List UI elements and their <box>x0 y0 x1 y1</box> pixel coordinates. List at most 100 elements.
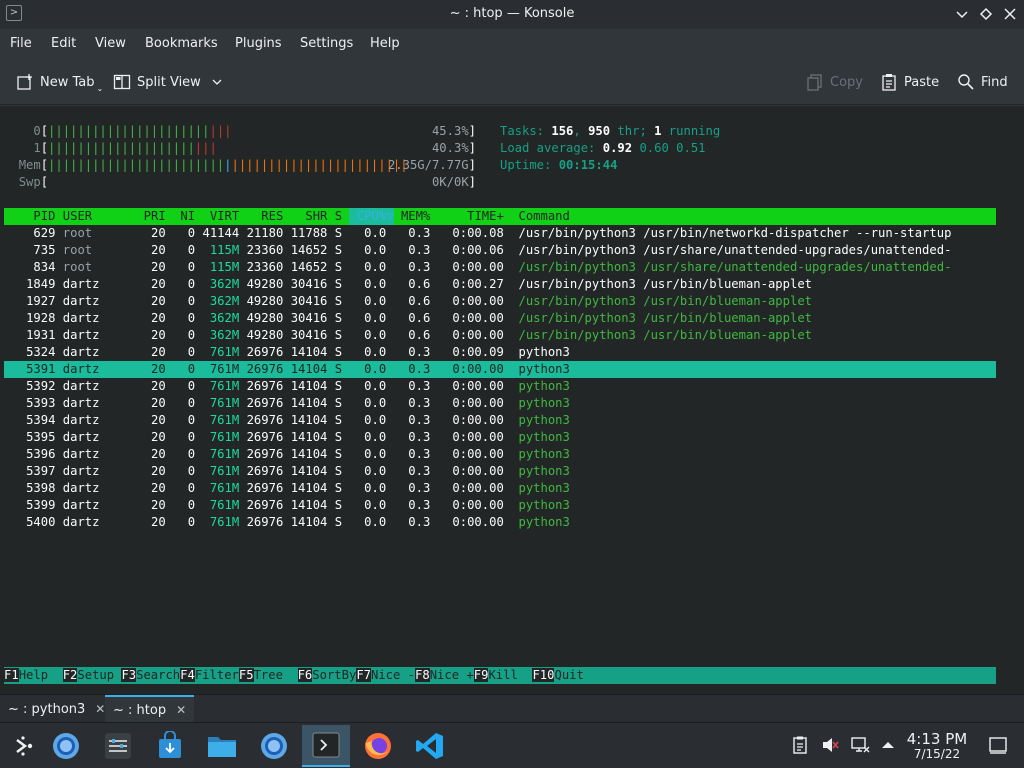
column-header-user[interactable]: USER <box>63 208 129 225</box>
close-tab-icon[interactable]: ✕ <box>176 703 186 717</box>
clock-date[interactable]: 7/15/22 <box>902 747 972 761</box>
firefox-icon[interactable] <box>354 725 402 767</box>
cell-res: 26976 <box>246 498 284 512</box>
function-key-label[interactable]: Filter <box>195 668 239 682</box>
vscode-icon[interactable] <box>406 725 454 767</box>
function-key-label[interactable]: Setup <box>77 668 121 682</box>
cell-s: S <box>334 243 343 257</box>
column-header-virt[interactable]: VIRT <box>195 208 239 225</box>
table-row[interactable]: 5394 dartz 20 0 761M 26976 14104 S 0.0 0.3 0:00.00… <box>4 412 996 429</box>
cell-mem: 0.3 <box>408 226 431 240</box>
cell-res: 23360 <box>246 243 284 257</box>
function-key-f2[interactable]: F2 <box>62 668 78 682</box>
file-manager-icon[interactable] <box>198 725 246 767</box>
column-header-pri[interactable]: PRI <box>129 208 166 225</box>
browser-icon[interactable] <box>42 725 90 767</box>
menu-help[interactable]: Help <box>370 36 400 51</box>
cpu0-percent: 45.3% <box>431 124 469 138</box>
column-header-res[interactable]: RES <box>239 208 283 225</box>
paste-button[interactable]: Paste <box>880 71 939 93</box>
copy-label: Copy <box>830 74 863 90</box>
function-key-f5[interactable]: F5 <box>238 668 254 682</box>
function-key-f7[interactable]: F7 <box>356 668 371 682</box>
function-key-f3[interactable]: F3 <box>121 668 137 682</box>
function-key-label[interactable]: Tree <box>254 668 298 682</box>
cell-shr: 14104 <box>290 413 328 427</box>
function-key-label[interactable]: SortBy <box>312 668 356 682</box>
network-icon[interactable] <box>850 735 870 755</box>
table-row[interactable]: 629 root 20 0 41144 21180 11788 S 0.0 0.3 0:00.08 /… <box>4 225 996 242</box>
menu-file[interactable]: File <box>10 36 32 51</box>
table-row[interactable]: 5395 dartz 20 0 761M 26976 14104 S 0.0 0.3 0:00.00… <box>4 429 996 446</box>
table-row[interactable]: 1928 dartz 20 0 362M 49280 30416 S 0.0 0.6 0:00.00… <box>4 310 996 327</box>
close-icon[interactable] <box>1000 4 1020 24</box>
function-key-label[interactable]: Kill <box>488 668 532 682</box>
new-tab-button[interactable]: New Tab ⌄ <box>16 71 103 93</box>
table-row[interactable]: 5324 dartz 20 0 761M 26976 14104 S 0.0 0.3 0:00.09… <box>4 344 996 361</box>
function-key-label[interactable]: Nice + <box>430 668 474 682</box>
function-key-f6[interactable]: F6 <box>297 668 313 682</box>
table-row[interactable]: 1931 dartz 20 0 362M 49280 30416 S 0.0 0.6 0:00.00… <box>4 327 996 344</box>
function-key-f4[interactable]: F4 <box>180 668 195 682</box>
column-header-s[interactable]: S <box>335 208 342 225</box>
table-row[interactable]: 735 root 20 0 115M 23360 14652 S 0.0 0.3 0:00.06/u… <box>4 242 996 259</box>
table-row[interactable]: 5397 dartz 20 0 761M 26976 14104 S 0.0 0.3 0:00.00… <box>4 463 996 480</box>
table-row[interactable]: 834 root 20 0 115M 23360 14652 S 0.0 0.3 0:00.00/u… <box>4 259 996 276</box>
tab-python3[interactable]: ~ : python3 ✕ <box>0 695 113 723</box>
table-row[interactable]: 5393 dartz 20 0 761M 26976 14104 S 0.0 0.3 0:00.00… <box>4 395 996 412</box>
cell-cpu: 0.0 <box>364 481 387 495</box>
function-key-label[interactable]: Help <box>19 668 63 682</box>
column-header-ni[interactable]: NI <box>166 208 195 225</box>
column-header-command[interactable]: Command <box>519 208 1004 225</box>
column-header-shr[interactable]: SHR <box>283 208 327 225</box>
table-row[interactable]: 5398 dartz 20 0 761M 26976 14104 S 0.0 0.3 0:00.00… <box>4 480 996 497</box>
table-row[interactable]: 5399 dartz 20 0 761M 26976 14104 S 0.0 0.3 0:00.00… <box>4 497 996 514</box>
table-row[interactable]: 1927 dartz 20 0 362M 49280 30416 S 0.0 0.6 0:00.00… <box>4 293 996 310</box>
browser-icon[interactable] <box>250 725 298 767</box>
maximize-icon[interactable] <box>976 4 996 24</box>
chevron-up-icon[interactable] <box>878 735 898 755</box>
function-key-f10[interactable]: F10 <box>532 668 555 682</box>
table-row[interactable]: 5391 dartz 20 0 761M 26976 14104 S 0.0 0.3 0:00.00… <box>4 361 996 378</box>
system-settings-icon[interactable] <box>94 725 142 767</box>
column-header-time[interactable]: TIME+ <box>430 208 504 225</box>
cell-res: 26976 <box>246 396 284 410</box>
function-key-f8[interactable]: F8 <box>415 668 430 682</box>
table-row[interactable]: 5392 dartz 20 0 761M 26976 14104 S 0.0 0.3 0:00.00… <box>4 378 996 395</box>
function-key-f9[interactable]: F9 <box>473 668 489 682</box>
function-key-label[interactable]: Nice - <box>371 668 415 682</box>
cell-res: 49280 <box>246 294 284 308</box>
close-tab-icon[interactable]: ✕ <box>95 702 105 716</box>
split-view-button[interactable]: Split View <box>113 71 223 93</box>
discover-store-icon[interactable] <box>146 725 194 767</box>
column-header-pid[interactable]: PID <box>4 208 55 225</box>
menu-plugins[interactable]: Plugins <box>235 36 282 51</box>
konsole-icon[interactable] <box>302 725 350 767</box>
function-key-label[interactable]: Quit <box>554 668 583 682</box>
find-button[interactable]: Find <box>957 71 1008 93</box>
table-row[interactable]: 5396 dartz 20 0 761M 26976 14104 S 0.0 0.3 0:00.00… <box>4 446 996 463</box>
minimize-icon[interactable] <box>952 4 972 24</box>
column-header-mem[interactable]: MEM% <box>394 208 430 225</box>
tab-htop[interactable]: ~ : htop ✕ <box>105 695 195 723</box>
menu-view[interactable]: View <box>95 36 126 51</box>
function-key-label[interactable]: Search <box>136 668 180 682</box>
copy-button[interactable]: Copy <box>806 71 863 93</box>
application-launcher-icon[interactable] <box>0 725 48 767</box>
volume-muted-icon[interactable] <box>820 735 840 755</box>
menu-edit[interactable]: Edit <box>51 36 76 51</box>
cell-command: /usr/bin/python3 /usr/share/unattended-u… <box>518 243 952 257</box>
title-bar[interactable]: > ~ : htop — Konsole <box>0 0 1024 29</box>
clipboard-icon[interactable] <box>790 735 810 755</box>
menu-settings[interactable]: Settings <box>300 36 353 51</box>
cell-s: S <box>334 260 343 274</box>
table-row[interactable]: 1849 dartz 20 0 362M 49280 30416 S 0.0 0.6 0:00.27… <box>4 276 996 293</box>
function-key-f1[interactable]: F1 <box>4 668 19 682</box>
table-row[interactable]: 5400 dartz 20 0 761M 26976 14104 S 0.0 0.3 0:00.00… <box>4 514 996 531</box>
clock-time[interactable]: 4:13 PM <box>902 730 972 748</box>
terminal-view[interactable]: 0[||||||||||||||||||||||||| 45.3%] 1[|||… <box>0 106 1024 694</box>
show-desktop-icon[interactable] <box>988 735 1008 755</box>
column-header-cpu[interactable]: CPU%▽ <box>349 208 394 225</box>
mem-value: 2.35G/7.77G <box>387 158 469 172</box>
menu-bookmarks[interactable]: Bookmarks <box>145 36 218 51</box>
